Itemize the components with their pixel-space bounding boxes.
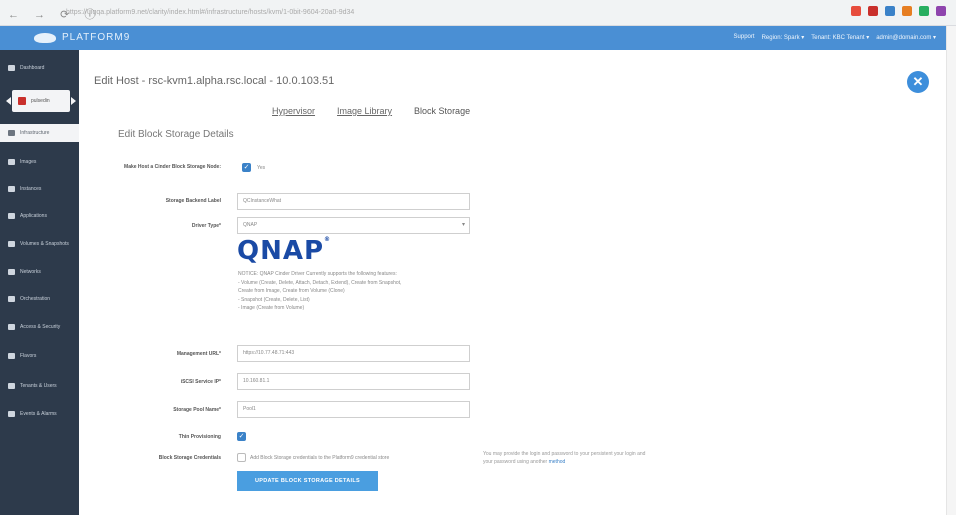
credentials-checkbox[interactable] (237, 453, 246, 462)
sidebar-item-pulsedin[interactable]: pulsedin (6, 90, 76, 112)
driver-notice: NOTICE: QNAP Cinder Driver Currently sup… (238, 270, 468, 313)
notice-line: Create from Image, Create from Volume (C… (238, 288, 345, 294)
extension-icon[interactable] (936, 6, 946, 16)
backend-label-label: Storage Backend Label (165, 198, 221, 204)
sidebar-item-tenants-users[interactable]: Tenants & Users (0, 375, 79, 397)
chevron-down-icon: ▾ (461, 222, 465, 228)
sidebar-item-volumes[interactable]: Volumes & Snapshots (0, 233, 79, 255)
driver-type-label: Driver Type* (191, 223, 221, 229)
backend-label-input[interactable]: QCInstanceWhat (237, 193, 470, 210)
tenant-selector[interactable]: Tenant: KBC Tenant ▾ (811, 34, 869, 41)
sidebar-item-label: Infrastructure (20, 130, 50, 136)
credentials-text: Add Block Storage credentials to the Pla… (250, 455, 390, 461)
make-node-value: Yes (257, 165, 266, 171)
close-icon[interactable]: ✕ (907, 71, 929, 93)
management-url-input[interactable]: https://10.77.48.71:443 (237, 345, 470, 362)
image-icon (8, 159, 15, 165)
storage-pool-input[interactable]: Pool1 (237, 401, 470, 418)
sidebar-item-images[interactable]: Images (0, 153, 79, 171)
sidebar-item-label: Orchestration (20, 296, 51, 302)
credentials-hint: You may provide the login and password t… (483, 450, 655, 466)
server-icon (8, 130, 15, 136)
hint-link[interactable]: method (549, 459, 566, 465)
disk-icon (8, 241, 15, 247)
qnap-logo-text: QNAP (237, 236, 325, 266)
app-header: PLATFORM9 Support Region: Spark ▾ Tenant… (0, 26, 946, 50)
header-link-support[interactable]: Support (734, 34, 755, 41)
sidebar-item-flavors[interactable]: Flavors (0, 347, 79, 365)
host-tabs: Hypervisor Image Library Block Storage (272, 106, 470, 116)
extension-icon[interactable] (868, 6, 878, 16)
sidebar-item-label: Tenants & Users (20, 383, 57, 389)
alarm-icon (8, 411, 15, 417)
sidebar-item-label: Events & Alarms (20, 411, 57, 417)
browser-toolbar: ← → ⟳ ⓘ https://uiqqa.platform9.net/clar… (0, 0, 956, 26)
management-url-label: Management URL* (176, 351, 221, 357)
sidebar-item-label: Access & Security (20, 324, 61, 330)
extension-icons (851, 6, 946, 16)
page-scrollbar[interactable] (946, 26, 956, 515)
app-badge-icon (18, 97, 26, 105)
cloud-icon (34, 32, 56, 43)
sidebar-item-label: Instances (20, 186, 42, 192)
credentials-label: Block Storage Credentials (158, 455, 221, 461)
notice-line: - Volume (Create, Delete, Attach, Detach… (238, 279, 402, 286)
sidebar-item-events-alarms[interactable]: Events & Alarms (0, 403, 79, 425)
sidebar-item-orchestration[interactable]: Orchestration (0, 290, 79, 308)
apps-icon (8, 213, 15, 219)
sidebar-item-label: Applications (20, 213, 47, 219)
key-icon (8, 324, 15, 330)
notice-line: - Snapshot (Create, Delete, List) (238, 296, 310, 303)
notice-line: NOTICE: QNAP Cinder Driver Currently sup… (238, 271, 397, 277)
network-icon (8, 269, 15, 275)
extension-icon[interactable] (919, 6, 929, 16)
sidebar-item-networks[interactable]: Networks (0, 263, 79, 281)
driver-type-value: QNAP (243, 222, 258, 228)
iscsi-label: iSCSI Service IP* (180, 379, 221, 385)
sidebar-item-label: Dashboard (20, 65, 45, 71)
sidebar-item-dashboard[interactable]: Dashboard (0, 59, 79, 77)
tab-block-storage[interactable]: Block Storage (414, 106, 470, 116)
sidebar-item-label: Networks (20, 269, 41, 275)
sidebar-item-instances[interactable]: Instances (0, 180, 79, 198)
page-title: Edit Host - rsc-kvm1.alpha.rsc.local - 1… (94, 75, 335, 87)
sidebar-item-applications[interactable]: Applications (0, 207, 79, 225)
notice-line: - Image (Create from Volume) (238, 305, 305, 311)
storage-pool-label: Storage Pool Name* (173, 407, 221, 413)
address-bar[interactable]: https://uiqqa.platform9.net/clarity/inde… (66, 5, 426, 20)
flavor-icon (8, 353, 15, 359)
sidebar: Dashboard pulsedin Infrastructure Images… (0, 50, 79, 515)
brand-name: PLATFORM9 (62, 32, 131, 43)
update-block-storage-button[interactable]: UPDATE BLOCK STORAGE DETAILS (237, 471, 378, 491)
dashboard-icon (8, 65, 15, 71)
sidebar-item-access-security[interactable]: Access & Security (0, 318, 79, 336)
thin-provisioning-checkbox[interactable]: ✓ (237, 432, 246, 441)
driver-type-select[interactable]: QNAP ▾ (237, 217, 470, 234)
sidebar-item-label: pulsedin (31, 98, 50, 104)
header-links: Support Region: Spark ▾ Tenant: KBC Tena… (734, 34, 936, 41)
orchestration-icon (8, 296, 15, 302)
region-selector[interactable]: Region: Spark ▾ (762, 34, 805, 41)
sidebar-item-label: Images (20, 159, 37, 165)
extension-icon[interactable] (902, 6, 912, 16)
brand-logo[interactable]: PLATFORM9 (34, 32, 130, 43)
tab-image-library[interactable]: Image Library (337, 106, 392, 116)
tab-hypervisor[interactable]: Hypervisor (272, 106, 315, 116)
make-node-checkbox[interactable]: ✓ (242, 163, 251, 172)
extension-icon[interactable] (885, 6, 895, 16)
sidebar-item-infrastructure[interactable]: Infrastructure (0, 124, 79, 142)
monitor-icon (8, 186, 15, 192)
user-menu[interactable]: admin@domain.com ▾ (876, 34, 936, 41)
section-title: Edit Block Storage Details (118, 129, 234, 140)
user-icon (8, 383, 15, 389)
thin-provisioning-label: Thin Provisioning (178, 434, 221, 440)
make-node-label: Make Host a Cinder Block Storage Node: (124, 164, 221, 170)
sidebar-item-label: Flavors (20, 353, 37, 359)
qnap-logo: QNAP® (237, 236, 332, 266)
sidebar-item-label: Volumes & Snapshots (20, 241, 69, 247)
iscsi-input[interactable]: 10.160.81.1 (237, 373, 470, 390)
extension-icon[interactable] (851, 6, 861, 16)
